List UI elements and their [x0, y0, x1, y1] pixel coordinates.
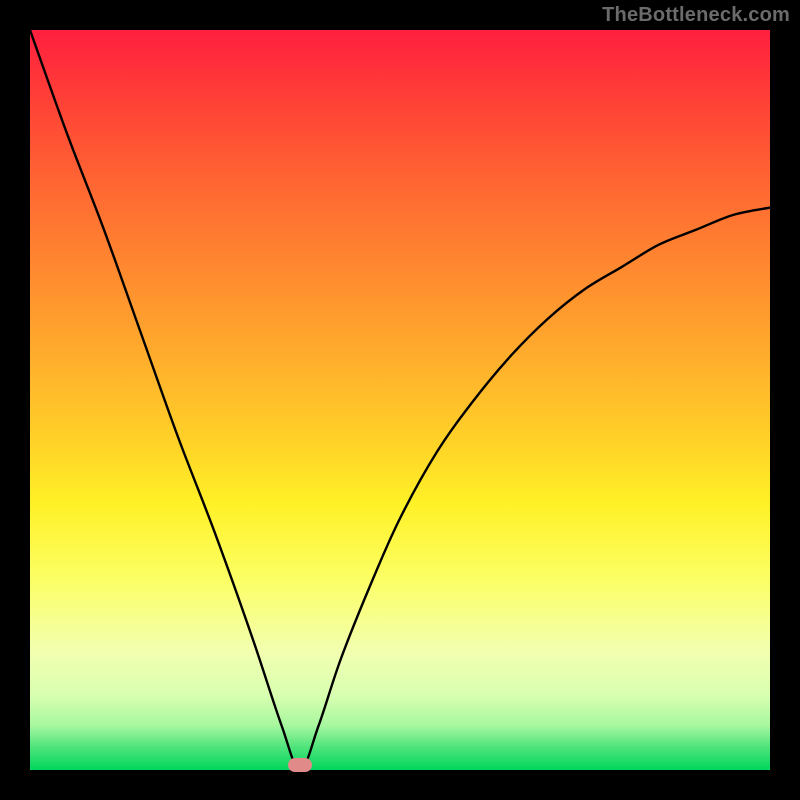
bottleneck-curve	[30, 30, 770, 770]
attribution-text: TheBottleneck.com	[602, 4, 790, 27]
optimal-point-marker	[288, 758, 312, 772]
chart-container: TheBottleneck.com	[0, 0, 800, 800]
plot-area	[30, 30, 770, 770]
